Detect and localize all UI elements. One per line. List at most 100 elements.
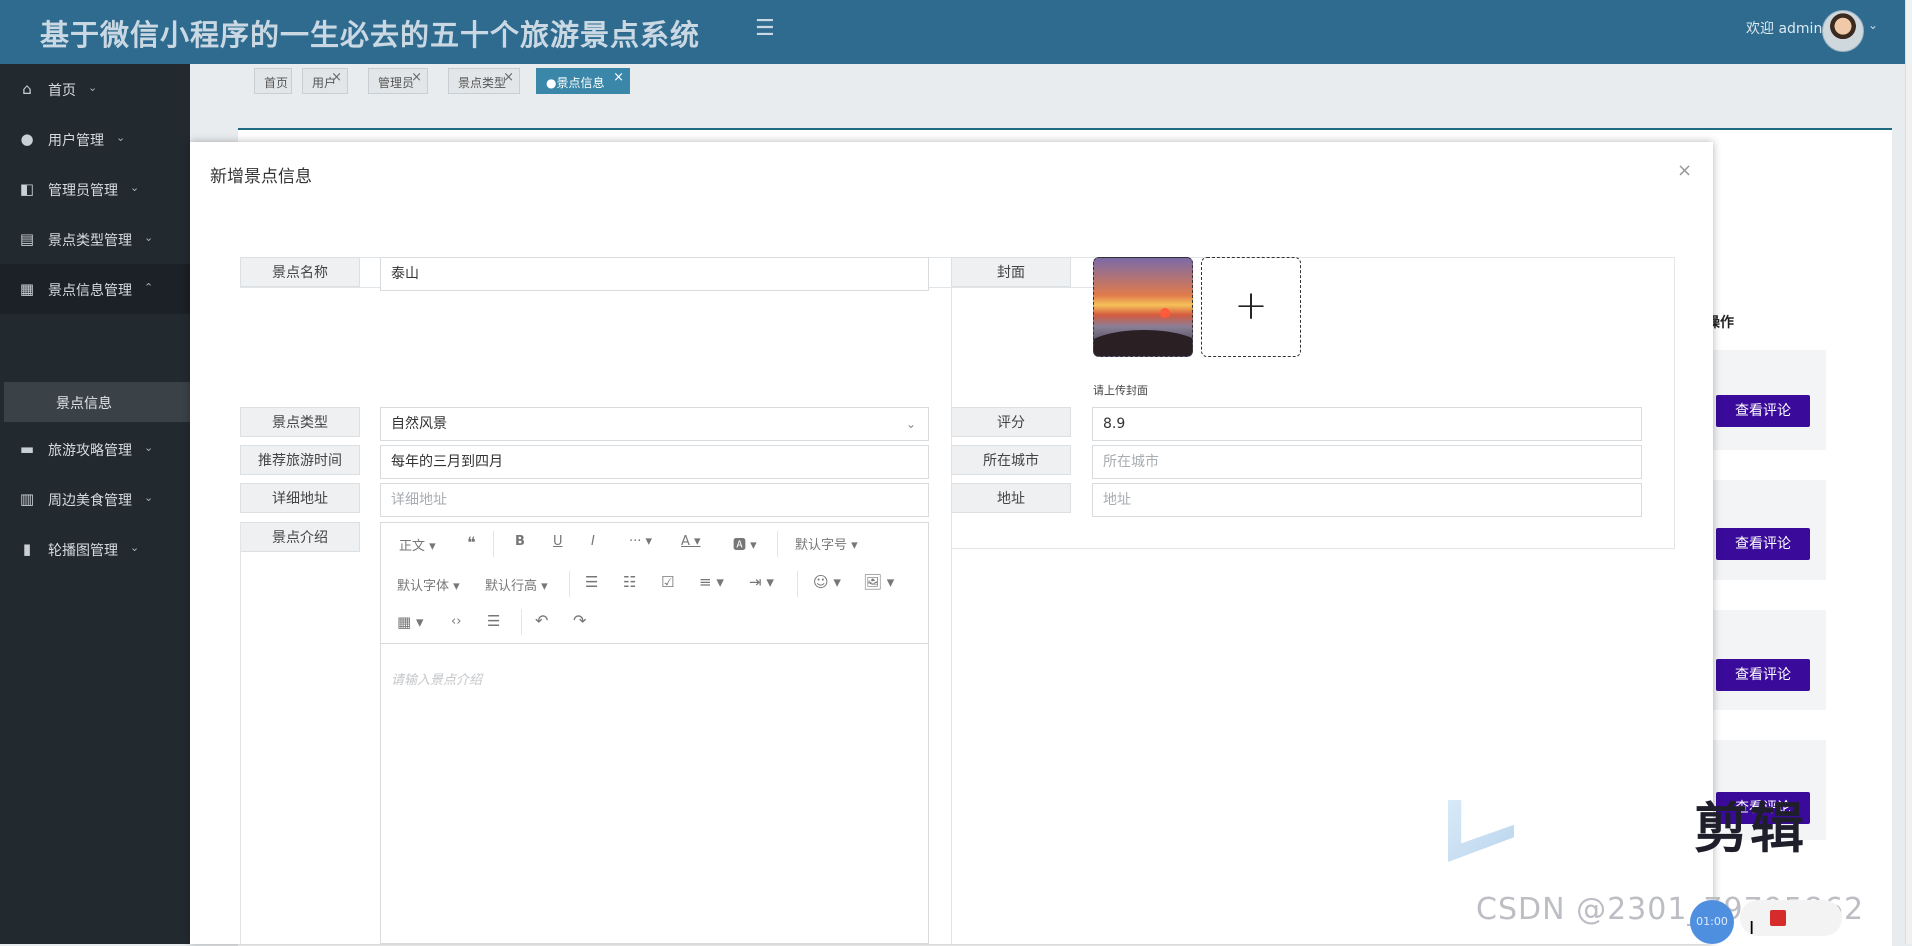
- stop-icon[interactable]: [1770, 910, 1786, 926]
- sidebar-item-spot-info[interactable]: ▦ 景点信息管理 ⌃: [0, 264, 190, 314]
- sidebar-item-spot-types[interactable]: ▤ 景点类型管理 ⌄: [0, 214, 190, 264]
- address-label: 地址: [951, 483, 1071, 513]
- tab-spot-types[interactable]: 景点类型 ×: [448, 68, 520, 94]
- watermark-text: 剪辑: [1694, 797, 1806, 860]
- toolbar-separator: [493, 531, 494, 557]
- close-icon[interactable]: ×: [1677, 160, 1692, 181]
- address-input[interactable]: 地址: [1092, 483, 1642, 517]
- view-comment-button[interactable]: 查看评论: [1716, 395, 1810, 427]
- sidebar-item-label: 旅游攻略管理: [48, 443, 132, 459]
- sidebar-item-admins[interactable]: ◧ 管理员管理 ⌄: [0, 164, 190, 214]
- sidebar-item-carousel[interactable]: ▮ 轮播图管理 ⌄: [0, 524, 190, 574]
- close-icon[interactable]: ×: [331, 70, 342, 85]
- tab-label: 首页: [264, 76, 289, 90]
- spot-type-label: 景点类型: [240, 407, 360, 437]
- view-comment-button[interactable]: 查看评论: [1716, 528, 1810, 560]
- divider-icon[interactable]: ☰: [487, 612, 500, 630]
- season-input[interactable]: 每年的三月到四月: [380, 445, 929, 479]
- code-icon[interactable]: ‹›: [451, 614, 461, 629]
- city-input[interactable]: 所在城市: [1092, 445, 1642, 479]
- sidebar-item-guides[interactable]: ▬ 旅游攻略管理 ⌄: [0, 424, 190, 474]
- font-size-label: 默认字号: [795, 538, 848, 553]
- font-family-dropdown[interactable]: 默认字体 ▾: [397, 575, 460, 594]
- close-icon[interactable]: ×: [411, 70, 422, 85]
- upload-button[interactable]: +: [1201, 257, 1301, 357]
- sidebar-item-label: 管理员管理: [48, 183, 118, 199]
- editor-placeholder: 请输入景点介绍: [391, 673, 483, 688]
- align-icon[interactable]: ≡ ▾: [699, 573, 724, 591]
- home-icon: ⌂: [22, 80, 32, 98]
- tab-admins[interactable]: 管理员 ×: [368, 68, 428, 94]
- spot-name-label: 景点名称: [240, 257, 360, 287]
- spot-type-select[interactable]: 自然风景 ⌄: [380, 407, 929, 441]
- tab-home[interactable]: 首页: [254, 68, 292, 94]
- background-color-icon[interactable]: 🅰 ▾: [733, 534, 757, 553]
- select-value: 自然风景: [391, 416, 447, 432]
- paragraph-dropdown[interactable]: 正文 ▾: [399, 535, 436, 554]
- top-header: 基于微信小程序的一生必去的五十个旅游景点系统 ☰ 欢迎 admin ⌄: [0, 0, 1905, 64]
- sidebar-item-label: 用户管理: [48, 133, 104, 149]
- font-family-label: 默认字体: [397, 579, 450, 594]
- spot-name-input[interactable]: 泰山: [380, 257, 929, 291]
- bullet-list-icon[interactable]: ☰: [585, 573, 598, 591]
- tab-spot-info[interactable]: ●景点信息 ×: [536, 68, 630, 94]
- chevron-down-icon[interactable]: ⌄: [1868, 18, 1878, 32]
- chevron-down-icon: ⌄: [116, 131, 126, 144]
- redo-icon[interactable]: ↷: [573, 611, 586, 630]
- line-height-label: 默认行高: [485, 579, 538, 594]
- sidebar-item-food[interactable]: ▥ 周边美食管理 ⌄: [0, 474, 190, 524]
- chevron-up-icon: ⌃: [144, 281, 154, 294]
- quote-icon[interactable]: ❝: [467, 533, 476, 552]
- undo-icon[interactable]: ↶: [535, 611, 548, 630]
- image-icon[interactable]: 🖼 ▾: [863, 573, 894, 591]
- menu-toggle-icon[interactable]: ☰: [755, 17, 777, 41]
- close-icon[interactable]: ×: [503, 70, 514, 85]
- sidebar-item-users[interactable]: ● 用户管理 ⌄: [0, 114, 190, 164]
- tab-label: 管理员: [378, 76, 415, 90]
- emoji-icon[interactable]: ☺ ▾: [813, 573, 841, 591]
- tab-label: 景点类型: [458, 76, 507, 90]
- view-comment-button[interactable]: 查看评论: [1716, 659, 1810, 691]
- toolbar-separator: [777, 531, 778, 557]
- font-color-icon[interactable]: A ▾: [681, 534, 701, 549]
- bold-icon[interactable]: B: [515, 534, 525, 549]
- avatar[interactable]: [1822, 10, 1864, 52]
- text-cursor-icon: I: [1749, 918, 1755, 939]
- sidebar-item-label: 景点信息管理: [48, 283, 132, 299]
- admin-icon: ◧: [19, 180, 35, 198]
- app-title: 基于微信小程序的一生必去的五十个旅游景点系统: [40, 18, 701, 52]
- italic-icon[interactable]: I: [591, 534, 595, 549]
- cover-image[interactable]: [1093, 257, 1193, 357]
- table-icon[interactable]: ▦ ▾: [397, 613, 423, 631]
- divider: [240, 522, 241, 944]
- more-icon[interactable]: ··· ▾: [629, 534, 652, 549]
- toolbar-separator: [521, 609, 522, 635]
- table-icon: ▥: [19, 490, 35, 508]
- rich-text-editor[interactable]: 正文 ▾ ❝ B U I ··· ▾ A ▾ 🅰 ▾ 默认字号 ▾ 默认字体 ▾…: [380, 522, 929, 944]
- toolbar-separator: [797, 571, 798, 597]
- detail-address-input[interactable]: 详细地址: [380, 483, 929, 517]
- user-icon: ●: [20, 130, 34, 148]
- indent-icon[interactable]: ⇥ ▾: [749, 573, 774, 591]
- chevron-down-icon: ⌄: [144, 441, 154, 454]
- detail-address-label: 详细地址: [240, 483, 360, 513]
- chevron-down-icon: ⌄: [130, 181, 140, 194]
- sidebar-item-home[interactable]: ⌂ 首页 ⌄: [0, 64, 190, 114]
- add-spot-dialog: 新增景点信息 × 景点名称 泰山 封面 + 请上传封面 景点类型 自然风景 ⌄ …: [190, 142, 1713, 944]
- sidebar-subitem-spot-info[interactable]: 景点信息: [4, 382, 190, 422]
- bookmark-icon: ▮: [22, 540, 32, 558]
- window-scrollbar[interactable]: [1905, 0, 1912, 944]
- recording-controls: [1740, 900, 1842, 936]
- tab-users[interactable]: 用户 ×: [302, 68, 348, 94]
- close-icon[interactable]: ×: [613, 70, 624, 85]
- recording-timer[interactable]: 01:00: [1690, 900, 1734, 944]
- numbered-list-icon[interactable]: ☷: [623, 573, 636, 591]
- mountain-graphic: [1094, 330, 1192, 356]
- sidebar-item-label: 首页: [48, 83, 76, 99]
- rating-input[interactable]: 8.9: [1092, 407, 1642, 441]
- underline-icon[interactable]: U: [553, 534, 563, 549]
- checklist-icon[interactable]: ☑: [661, 573, 674, 591]
- chevron-down-icon: ⌄: [144, 491, 154, 504]
- line-height-dropdown[interactable]: 默认行高 ▾: [485, 575, 548, 594]
- font-size-dropdown[interactable]: 默认字号 ▾: [795, 534, 858, 553]
